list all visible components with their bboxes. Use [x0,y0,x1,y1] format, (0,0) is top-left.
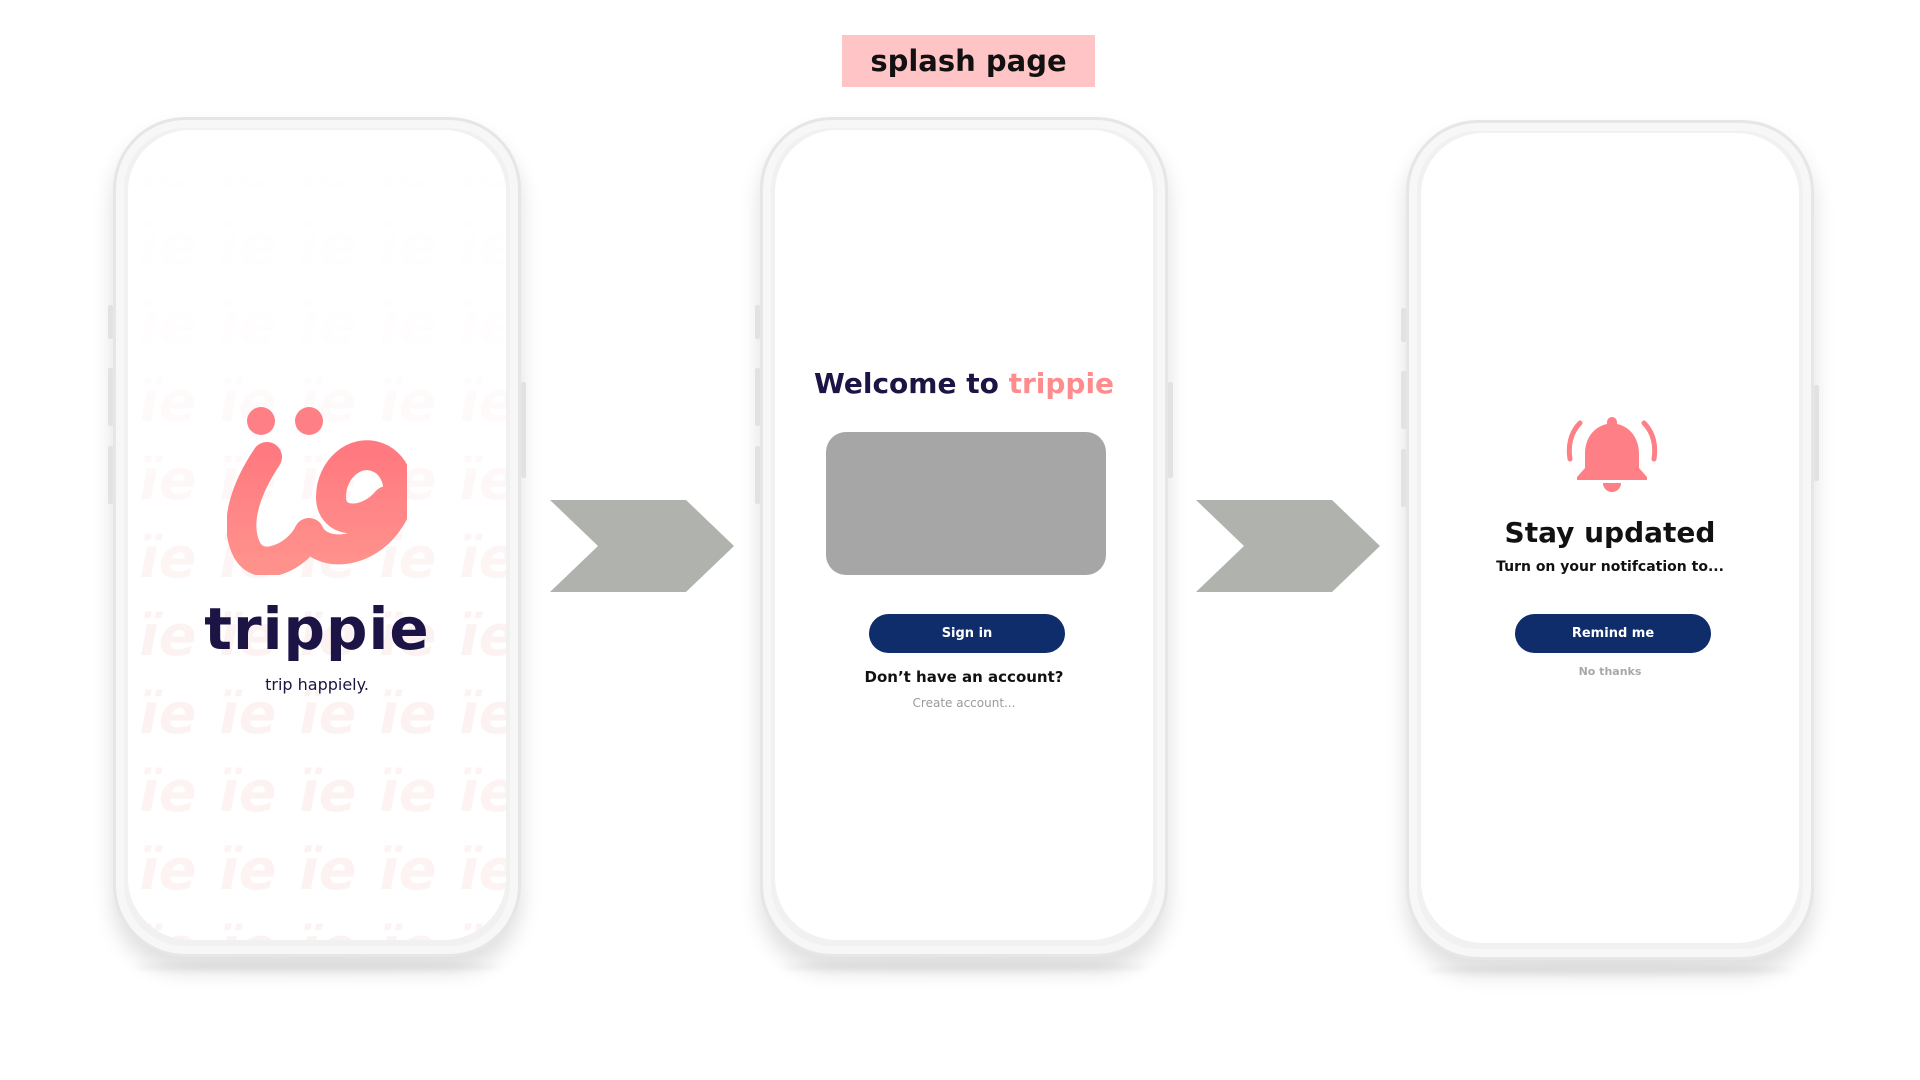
sign-in-button[interactable]: Sign in [869,614,1065,653]
phone-volume-down-button [108,446,113,504]
phone-side-button [108,305,113,339]
no-account-question: Don’t have an account? [864,668,1064,686]
welcome-title-prefix: Welcome to [813,367,1009,400]
splash-screen: ïeïeïeïeïeïeïeïeïeïeïeïeïeïeïeïeïeïeïeïe… [128,130,506,940]
phone-volume-up-button [1401,371,1406,429]
no-thanks-link[interactable]: No thanks [1421,665,1799,678]
phone-power-button [1168,382,1173,478]
bell-ringing-icon [1566,417,1658,492]
phone-power-button [521,382,526,478]
flow-arrow-icon [1196,500,1380,592]
phone-side-button [755,305,760,339]
ie-logo-icon [227,407,407,575]
notification-title: Stay updated [1504,516,1716,549]
welcome-title: Welcome to trippie [775,367,1153,400]
phone-side-button [1401,308,1406,342]
notification-screen: Stay updated Turn on your notifcation to… [1421,133,1799,943]
create-account-link[interactable]: Create account... [775,696,1153,710]
splash-logo: trippie trip happiely. [128,405,506,694]
phone-notification: Stay updated Turn on your notifcation to… [1401,120,1819,975]
brand-wordmark: trippie [204,595,430,663]
page-label: splash page [842,35,1095,87]
phone-volume-down-button [755,446,760,504]
tagline: trip happiely. [265,675,369,694]
remind-me-button[interactable]: Remind me [1515,614,1711,653]
welcome-screen: Welcome to trippie Sign in Don’t have an… [775,130,1153,940]
flow-arrow-icon [550,500,734,592]
phone-welcome: Welcome to trippie Sign in Don’t have an… [755,117,1173,972]
notification-subtitle: Turn on your notifcation to... [1496,559,1724,575]
phone-splash: ïeïeïeïeïeïeïeïeïeïeïeïeïeïeïeïeïeïeïeïe… [108,117,526,972]
phone-volume-down-button [1401,449,1406,507]
welcome-title-brand: trippie [1008,367,1115,400]
phone-power-button [1814,385,1819,481]
image-placeholder [826,432,1106,575]
phone-volume-up-button [108,368,113,426]
phone-volume-up-button [755,368,760,426]
